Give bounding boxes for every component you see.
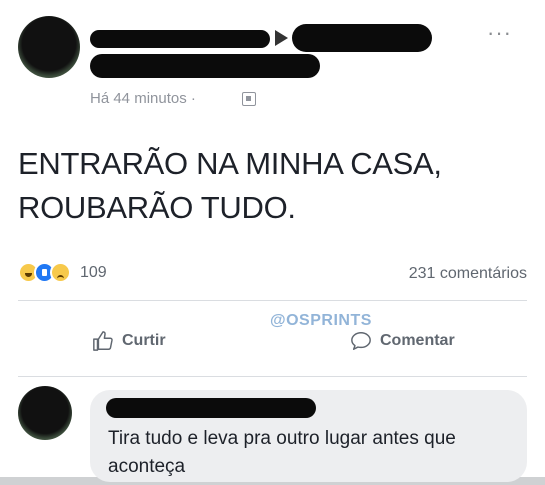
comment-button[interactable]: Comentar bbox=[350, 330, 455, 352]
thumbs-up-icon bbox=[93, 331, 113, 351]
comment-label: Comentar bbox=[380, 332, 455, 350]
shared-to-arrow-icon bbox=[275, 30, 288, 46]
comment-bubble-icon bbox=[351, 332, 371, 350]
post-timestamp[interactable]: Há 44 minutos · bbox=[90, 90, 196, 107]
divider bbox=[18, 376, 527, 377]
divider bbox=[18, 300, 527, 301]
redacted-author-name bbox=[90, 30, 270, 48]
author-avatar[interactable] bbox=[18, 16, 80, 78]
commenter-avatar[interactable] bbox=[18, 386, 72, 440]
post-body-text: ENTRARÃO NA MINHA CASA, ROUBARÃO TUDO. bbox=[18, 146, 442, 225]
redacted-group-name bbox=[292, 24, 432, 52]
redacted-commenter-name bbox=[106, 398, 316, 418]
redacted-subtitle bbox=[90, 54, 320, 78]
comment-text: Tira tudo e leva pra outro lugar antes q… bbox=[108, 428, 456, 477]
like-label: Curtir bbox=[122, 332, 166, 350]
comment-count[interactable]: 231 comentários bbox=[409, 265, 527, 283]
watermark: @OSPRINTS bbox=[270, 312, 372, 329]
more-dots-icon[interactable]: ··· bbox=[487, 22, 512, 44]
reaction-count[interactable]: 109 bbox=[80, 264, 107, 282]
like-button[interactable]: Curtir bbox=[92, 330, 166, 352]
group-icon bbox=[242, 92, 256, 106]
sad-reaction-icon bbox=[50, 262, 71, 283]
